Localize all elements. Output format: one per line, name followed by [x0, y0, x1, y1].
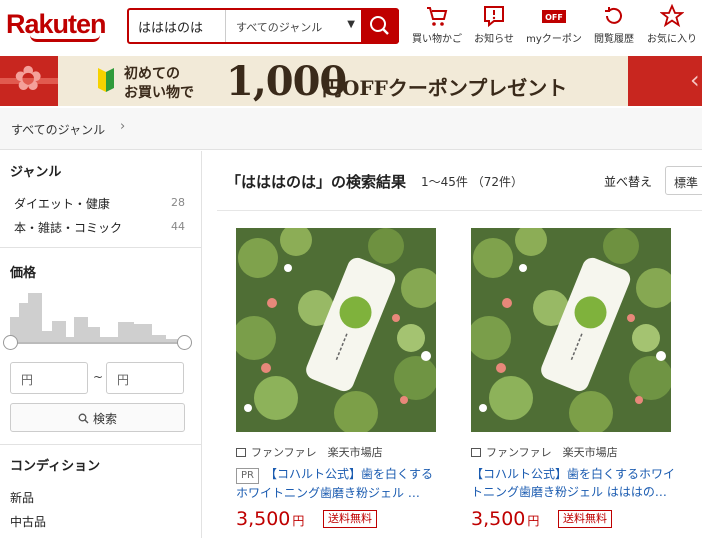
logo-swoosh [30, 35, 100, 42]
results-count: 1〜45件 （72件） [421, 175, 523, 189]
histogram-bar [152, 335, 166, 342]
nav-history-label: 閲覧履歴 [594, 34, 634, 45]
condition-title: コンディション [10, 459, 101, 474]
filter-sidebar: ジャンル ダイエット・健康 28 本・雑誌・コミック 44 価格 円 ~ 円 検… [0, 151, 202, 538]
price-separator: ~ [93, 370, 104, 384]
header: Rakuten すべてのジャンル ▼ 買い物かご お知らせ OFF myクーポン… [0, 0, 702, 52]
histogram-bar [19, 303, 28, 342]
product-photo [236, 228, 436, 432]
search-results: 「はははのは」の検索結果 1〜45件 （72件） 並べ替え 標準 ファンファレ … [203, 151, 702, 538]
shop-icon [236, 448, 246, 457]
price-value: 3,500 [471, 508, 526, 530]
nav-notifications[interactable]: お知らせ [468, 4, 520, 48]
results-title: 「はははのは」の検索結果 [226, 173, 407, 191]
price-title: 価格 [10, 266, 37, 281]
search-icon [370, 16, 389, 35]
genre-item[interactable]: 本・雑誌・コミック [14, 219, 122, 236]
divider [0, 247, 201, 248]
condition-item[interactable]: 新品 [10, 489, 34, 506]
nav-cart[interactable]: 買い物かご [408, 4, 466, 48]
beginner-mark-icon [98, 68, 114, 92]
price-min-placeholder: 円 [21, 373, 34, 387]
product-title-link[interactable]: 【コハルト公式】歯を白くするホワイトニング歯磨き粉ジェル はははの… [471, 465, 676, 501]
product-price: 3,500 円 [236, 508, 304, 530]
product-image[interactable] [471, 228, 671, 432]
price-max-input[interactable]: 円 [106, 362, 184, 394]
star-icon [660, 4, 684, 28]
price-min-input[interactable]: 円 [10, 362, 88, 394]
genre-title: ジャンル [10, 165, 62, 180]
gift-bow-icon: ✿ [14, 59, 43, 99]
genre-item[interactable]: ダイエット・健康 [14, 195, 110, 212]
price-slider-max-handle[interactable] [177, 335, 192, 350]
caret-down-icon: ▼ [347, 19, 355, 30]
nav-coupon[interactable]: OFF myクーポン [522, 4, 586, 48]
product-image[interactable] [236, 228, 436, 432]
divider [0, 444, 201, 445]
search-icon [78, 413, 89, 424]
condition-item[interactable]: 中古品 [10, 513, 46, 530]
price-yen: 円 [527, 514, 540, 528]
search-input[interactable] [129, 10, 225, 42]
histogram-bar [28, 293, 42, 342]
banner-tagline: 円OFFクーポンプレゼント [322, 76, 568, 100]
divider [217, 210, 702, 211]
nav-favorites[interactable]: お気に入り [643, 4, 701, 48]
sort-value: 標準 [674, 176, 699, 190]
nav-history[interactable]: 閲覧履歴 [588, 4, 640, 48]
shop-name-text: ファンファレ 楽天市場店 [486, 446, 618, 459]
chevron-left-icon: ‹ [690, 66, 700, 94]
price-yen: 円 [292, 514, 305, 528]
genre-select[interactable]: すべてのジャンル ▼ [225, 10, 361, 42]
coupon-banner[interactable]: ✿ 初めての お買い物で 1,000 円OFFクーポンプレゼント ‹ [0, 56, 702, 106]
nav-favorites-label: お気に入り [647, 34, 697, 45]
coupon-icon-text: OFF [545, 13, 563, 22]
cart-icon [427, 7, 448, 26]
search-bar: すべてのジャンル ▼ [127, 8, 399, 44]
genre-count: 28 [171, 196, 185, 209]
nav-cart-label: 買い物かご [412, 34, 462, 45]
product-title: 【コハルト公式】歯を白くするホワイトニング歯磨き粉ジェル はははの… [471, 467, 676, 499]
product-price: 3,500 円 [471, 508, 539, 530]
price-slider-track[interactable] [10, 342, 184, 344]
notification-icon [484, 6, 504, 28]
breadcrumb[interactable]: すべてのジャンル [11, 121, 105, 138]
nav-coupon-label: myクーポン [526, 34, 582, 45]
free-shipping-badge: 送料無料 [323, 510, 377, 528]
free-shipping-badge: 送料無料 [558, 510, 612, 528]
product-photo [471, 228, 671, 432]
banner-line-1: 初めての [124, 66, 180, 82]
sort-select[interactable]: 標準 [665, 166, 702, 195]
shop-name[interactable]: ファンファレ 楽天市場店 [471, 444, 618, 460]
banner-line-2: お買い物で [124, 85, 194, 101]
shop-name[interactable]: ファンファレ 楽天市場店 [236, 444, 383, 460]
histogram-bar [118, 322, 134, 342]
histogram-bar [88, 327, 100, 342]
price-max-placeholder: 円 [117, 373, 130, 387]
price-search-label: 検索 [92, 412, 117, 426]
histogram-bar [42, 331, 52, 342]
history-icon [605, 7, 622, 24]
histogram-bar [52, 321, 66, 342]
price-value: 3,500 [236, 508, 291, 530]
product-title-link[interactable]: PR 【コハルト公式】歯を白くするホワイトニング歯磨き粉ジェル … [236, 465, 441, 501]
search-button[interactable] [361, 10, 399, 42]
price-search-button[interactable]: 検索 [10, 403, 185, 432]
pr-badge: PR [236, 468, 259, 484]
genre-count: 44 [171, 220, 185, 233]
product-title: 【コハルト公式】歯を白くするホワイトニング歯磨き粉ジェル … [236, 467, 433, 500]
histogram-bar [134, 324, 152, 342]
breadcrumb-bar: すべてのジャンル › [0, 108, 702, 150]
shop-icon [471, 448, 481, 457]
chevron-right-icon: › [120, 119, 126, 134]
price-slider-min-handle[interactable] [3, 335, 18, 350]
coupon-icon: OFF [542, 10, 566, 23]
histogram-bar [74, 317, 88, 342]
sort-label: 並べ替え [604, 175, 653, 189]
nav-notifications-label: お知らせ [474, 34, 514, 45]
shop-name-text: ファンファレ 楽天市場店 [251, 446, 383, 459]
genre-select-label: すべてのジャンル [236, 21, 323, 34]
